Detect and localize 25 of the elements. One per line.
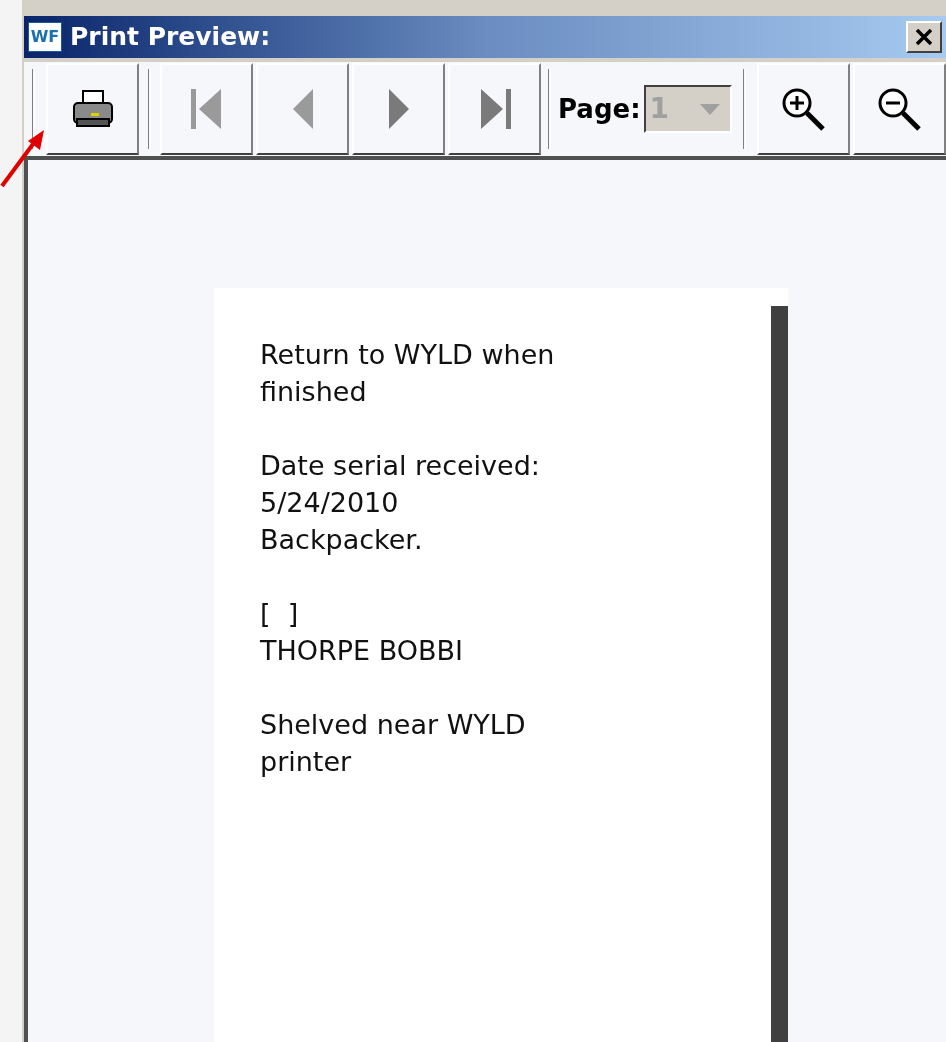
app-icon: WF: [28, 22, 62, 52]
document-text-line: Backpacker.: [260, 523, 424, 557]
zoom-out-button[interactable]: [852, 63, 946, 155]
zoom-in-button[interactable]: [756, 63, 850, 155]
document-text-line: 5/24/2010: [260, 486, 400, 520]
last-page-button[interactable]: [448, 63, 541, 155]
window-title: Print Preview:: [70, 21, 271, 54]
document-text-line: Date serial received:: [260, 449, 541, 483]
document-text-line: THORPE BOBBI: [260, 634, 465, 668]
zoom-out-icon: [876, 86, 923, 132]
next-page-button[interactable]: [352, 63, 445, 155]
annotation-arrow: [0, 128, 46, 188]
document-text-line: printer: [260, 745, 353, 779]
page-label: Page:: [558, 92, 641, 126]
document-text-line: Return to WYLD when: [260, 338, 556, 372]
close-button[interactable]: [906, 21, 942, 53]
document-text-line: finished: [260, 375, 368, 409]
close-icon: [915, 28, 933, 46]
document-text-line: [ ]: [260, 597, 300, 631]
document-text-line: Shelved near WYLD: [260, 708, 527, 742]
dropdown-arrow-icon: [699, 103, 720, 115]
printer-icon: [70, 89, 115, 129]
print-button[interactable]: [46, 63, 139, 155]
next-page-icon: [386, 87, 411, 131]
zoom-in-icon: [780, 86, 827, 132]
